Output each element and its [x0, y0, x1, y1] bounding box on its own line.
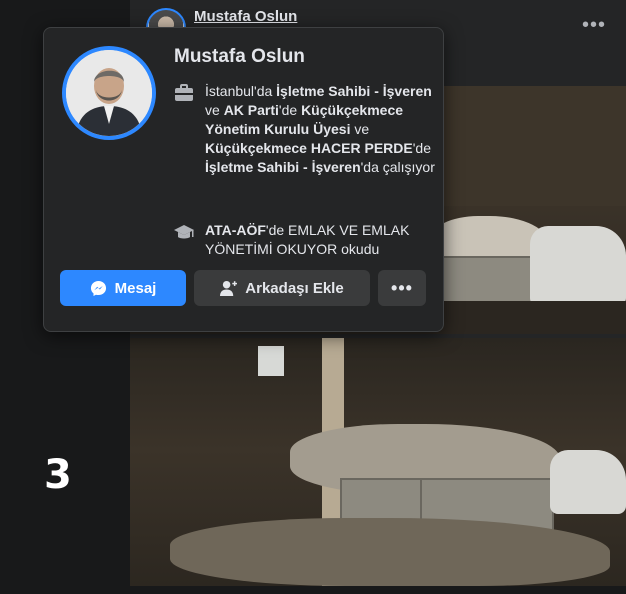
- post-photo-2[interactable]: [130, 338, 626, 586]
- education-text: ATA-AÖF'de EMLAK VE EMLAK YÖNETİMİ OKUYO…: [205, 221, 435, 259]
- parked-car: [550, 450, 626, 514]
- briefcase-icon: [175, 84, 193, 101]
- graduation-cap-icon: [174, 225, 194, 239]
- work-text: İstanbul'da İşletme Sahibi - İşveren ve …: [205, 82, 435, 177]
- work-company-link[interactable]: AK Parti: [224, 102, 279, 118]
- work-text-part: 'de: [412, 140, 431, 156]
- add-friend-button-label: Arkadaşı Ekle: [245, 279, 344, 297]
- school-link[interactable]: ATA-AÖF: [205, 222, 266, 238]
- message-button[interactable]: Mesaj: [60, 270, 186, 306]
- add-friend-icon: [220, 280, 238, 296]
- messenger-icon: [90, 280, 106, 296]
- author-name-link[interactable]: Mustafa Oslun: [194, 8, 297, 25]
- work-text-part: 'de: [278, 102, 302, 118]
- profile-avatar[interactable]: [62, 46, 156, 140]
- profile-hover-card: Mustafa Oslun İstanbul'da İşletme Sahibi…: [43, 27, 444, 332]
- education-info: ATA-AÖF'de EMLAK VE EMLAK YÖNETİMİ OKUYO…: [174, 221, 429, 261]
- work-text-part: 'da çalışıyor: [360, 159, 435, 175]
- profile-photo-icon: [66, 50, 152, 136]
- post-more-icon[interactable]: •••: [582, 14, 606, 37]
- work-company-link[interactable]: Küçükçekmece HACER PERDE: [205, 140, 413, 156]
- work-position-link[interactable]: İşletme Sahibi - İşveren: [205, 159, 361, 175]
- message-button-label: Mesaj: [114, 279, 157, 297]
- add-friend-button[interactable]: Arkadaşı Ekle: [194, 270, 370, 306]
- work-text-part: İstanbul'da: [205, 83, 277, 99]
- work-info: İstanbul'da İşletme Sahibi - İşveren ve …: [174, 82, 435, 216]
- work-position-link[interactable]: İşletme Sahibi - İşveren: [276, 83, 432, 99]
- bottom-bar: [0, 586, 626, 594]
- more-dots-icon: •••: [391, 277, 413, 298]
- work-text-part: ve: [350, 121, 370, 137]
- more-options-button[interactable]: •••: [378, 270, 426, 306]
- work-text-part: ve: [205, 102, 224, 118]
- building-window: [258, 346, 284, 376]
- garbage-on-ground: [170, 518, 610, 586]
- parked-car: [530, 226, 626, 306]
- step-number: 3: [44, 452, 72, 498]
- profile-name[interactable]: Mustafa Oslun: [174, 46, 305, 68]
